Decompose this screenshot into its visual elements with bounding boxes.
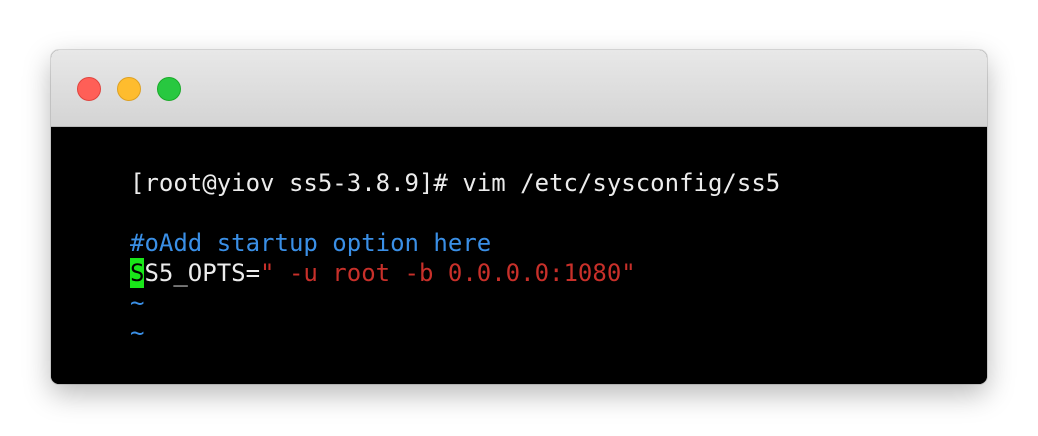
vim-empty-line-marker: ~ bbox=[130, 289, 145, 317]
vim-option-line: SS5_OPTS=" -u root -b 0.0.0.0:1080" bbox=[130, 258, 636, 288]
title-bar bbox=[51, 50, 987, 127]
option-value: " -u root -b 0.0.0.0:1080" bbox=[260, 259, 636, 287]
terminal-content[interactable]: [root@yiov ss5-3.8.9]# vim /etc/sysconfi… bbox=[51, 127, 987, 384]
vim-empty-line-marker: ~ bbox=[130, 319, 145, 347]
text-cursor: S bbox=[130, 258, 145, 288]
vim-comment-line: #oAdd startup option here bbox=[130, 229, 492, 257]
terminal-window: [root@yiov ss5-3.8.9]# vim /etc/sysconfi… bbox=[51, 50, 987, 384]
zoom-button[interactable] bbox=[157, 77, 181, 101]
minimize-button[interactable] bbox=[117, 77, 141, 101]
shell-prompt-line: [root@yiov ss5-3.8.9]# vim /etc/sysconfi… bbox=[130, 169, 781, 197]
close-button[interactable] bbox=[77, 77, 101, 101]
option-name: S5_OPTS= bbox=[144, 259, 261, 287]
